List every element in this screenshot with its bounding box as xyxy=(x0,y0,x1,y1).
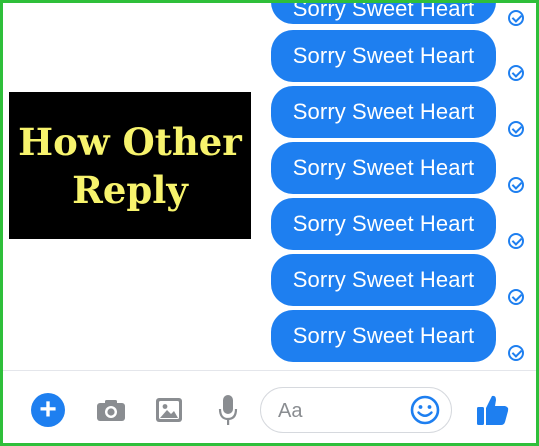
image-icon[interactable] xyxy=(155,397,183,423)
delivered-check-icon xyxy=(508,345,524,361)
message-bubble[interactable]: Sorry Sweet Heart xyxy=(271,310,496,362)
message-thread[interactable]: Sorry Sweet Heart Sorry Sweet Heart Sorr… xyxy=(0,0,539,370)
message-composer: + Aa xyxy=(0,371,539,446)
thumbs-up-icon[interactable] xyxy=(476,393,510,427)
message-text: Sorry Sweet Heart xyxy=(292,99,475,124)
message-text: Sorry Sweet Heart xyxy=(292,211,475,236)
message-text: Sorry Sweet Heart xyxy=(292,267,475,292)
message-bubble[interactable]: Sorry Sweet Heart xyxy=(271,254,496,306)
message-bubble[interactable]: Sorry Sweet Heart xyxy=(271,30,496,82)
delivered-check-icon xyxy=(508,177,524,193)
message-bubble[interactable]: Sorry Sweet Heart xyxy=(271,142,496,194)
caption-line-1: How Other xyxy=(18,119,242,164)
message-text: Sorry Sweet Heart xyxy=(292,155,475,180)
delivered-check-icon xyxy=(508,233,524,249)
camera-icon[interactable] xyxy=(96,399,126,422)
message-text: Sorry Sweet Heart xyxy=(292,0,475,21)
delivered-check-icon xyxy=(508,65,524,81)
message-text: Sorry Sweet Heart xyxy=(292,43,475,68)
message-bubble[interactable]: Sorry Sweet Heart xyxy=(271,0,496,24)
plus-circle-icon[interactable]: + xyxy=(31,393,65,427)
message-bubble[interactable]: Sorry Sweet Heart xyxy=(271,198,496,250)
caption-overlay: How Other Reply xyxy=(9,92,251,239)
delivered-check-icon xyxy=(508,121,524,137)
message-bubble[interactable]: Sorry Sweet Heart xyxy=(271,86,496,138)
caption-line-2: Reply xyxy=(72,167,188,212)
smiley-icon[interactable] xyxy=(410,395,440,425)
message-text: Sorry Sweet Heart xyxy=(292,323,475,348)
microphone-icon[interactable] xyxy=(218,394,238,426)
delivered-check-icon xyxy=(508,289,524,305)
delivered-check-icon xyxy=(508,10,524,26)
input-placeholder: Aa xyxy=(278,400,303,422)
